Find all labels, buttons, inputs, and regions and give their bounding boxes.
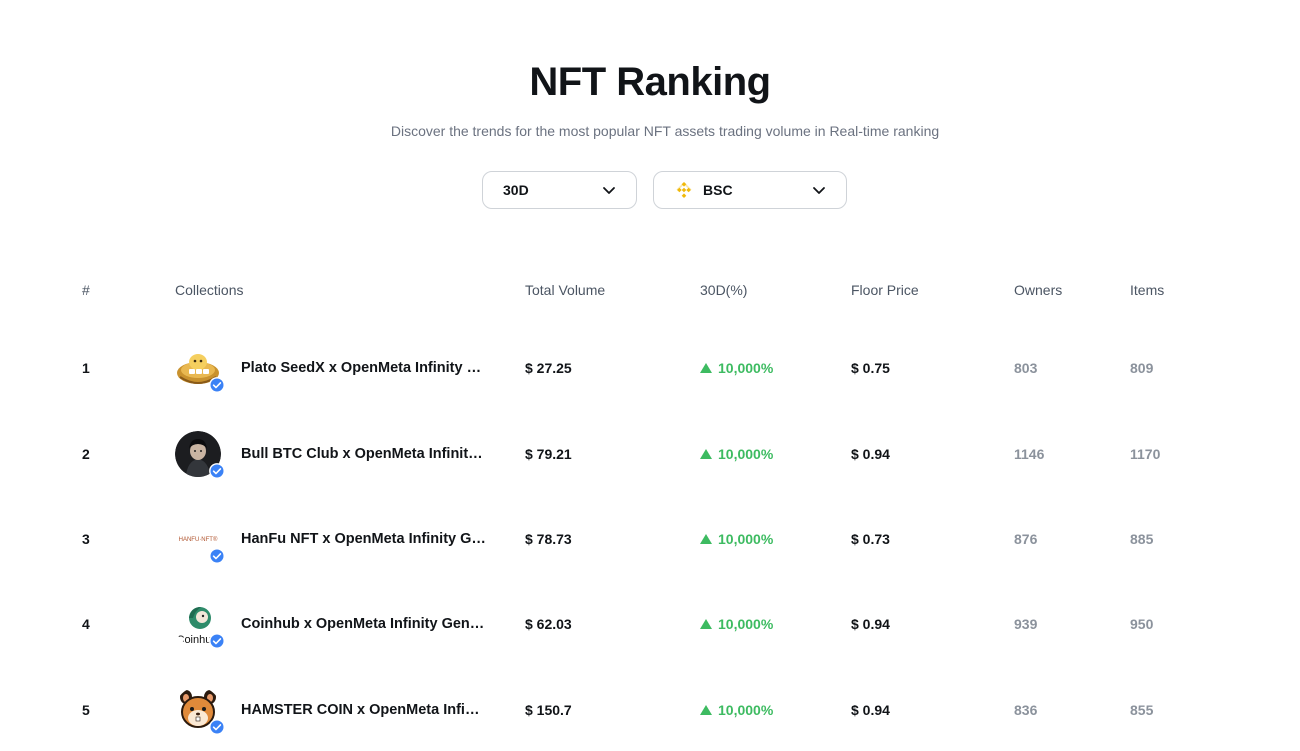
floor-price-cell: $ 0.94 bbox=[851, 616, 890, 632]
chain-select-value: BSC bbox=[703, 182, 733, 198]
owners-cell: 803 bbox=[1014, 360, 1038, 376]
collection-cell[interactable]: Coinhub Coinhub x OpenMeta Infinity Gene… bbox=[175, 594, 495, 654]
table-row[interactable]: 1 Plato SeedX x OpenMeta Infinity Ge $ 2… bbox=[0, 338, 1300, 398]
total-volume-cell: $ 78.73 bbox=[525, 531, 572, 547]
change-cell: 10,000% bbox=[700, 338, 773, 398]
collection-cell[interactable]: Plato SeedX x OpenMeta Infinity Genesis bbox=[175, 338, 495, 398]
svg-text:HANFU·NFT®: HANFU·NFT® bbox=[179, 536, 218, 543]
collection-name[interactable]: Coinhub x OpenMeta Infinity Genesis bbox=[241, 616, 486, 632]
change-value: 10,000% bbox=[718, 446, 774, 462]
chain-select[interactable]: BSC bbox=[653, 171, 847, 209]
rank-cell: 4 bbox=[82, 616, 90, 632]
table-row[interactable]: 5 HAMSTER COIN x OpenMeta Infinity $ 150… bbox=[0, 680, 1300, 740]
floor-price-cell: $ 0.94 bbox=[851, 702, 890, 718]
rank-cell: 5 bbox=[82, 702, 90, 718]
change-cell: 10,000% bbox=[700, 424, 773, 484]
collection-avatar: Coinhub bbox=[175, 601, 225, 649]
owners-cell: 836 bbox=[1014, 702, 1038, 718]
column-floor-price[interactable]: Floor Price bbox=[851, 282, 919, 298]
collection-cell[interactable]: Bull BTC Club x OpenMeta Infinity Genesi… bbox=[175, 424, 495, 484]
total-volume-cell: $ 62.03 bbox=[525, 616, 572, 632]
items-cell: 855 bbox=[1130, 702, 1154, 718]
items-cell: 809 bbox=[1130, 360, 1154, 376]
page-subtitle: Discover the trends for the most popular… bbox=[390, 123, 940, 139]
table-row[interactable]: 2 Bull BTC Club x OpenMeta Infinity Gene… bbox=[0, 424, 1300, 484]
total-volume-cell: $ 27.25 bbox=[525, 360, 572, 376]
verified-badge-icon bbox=[209, 463, 225, 479]
chevron-down-icon bbox=[813, 187, 825, 194]
owners-cell: 1146 bbox=[1014, 446, 1045, 462]
change-value: 10,000% bbox=[718, 702, 774, 718]
period-select[interactable]: 30D bbox=[482, 171, 637, 209]
floor-price-cell: $ 0.94 bbox=[851, 446, 890, 462]
collection-avatar bbox=[175, 431, 225, 479]
collection-name[interactable]: HanFu NFT x OpenMeta Infinity Genesis bbox=[241, 531, 486, 547]
verified-badge-icon bbox=[209, 377, 225, 393]
column-total-volume[interactable]: Total Volume bbox=[525, 282, 605, 298]
page-title: NFT Ranking bbox=[529, 60, 771, 104]
column-owners[interactable]: Owners bbox=[1014, 282, 1062, 298]
total-volume-cell: $ 150.7 bbox=[525, 702, 572, 718]
owners-cell: 939 bbox=[1014, 616, 1038, 632]
column-rank: # bbox=[82, 282, 90, 298]
rank-cell: 3 bbox=[82, 531, 90, 547]
collection-avatar bbox=[175, 345, 225, 393]
collection-name[interactable]: Bull BTC Club x OpenMeta Infinity Genesi… bbox=[241, 446, 486, 462]
items-cell: 1170 bbox=[1130, 446, 1161, 462]
triangle-up-icon bbox=[700, 619, 712, 629]
items-cell: 885 bbox=[1130, 531, 1154, 547]
triangle-up-icon bbox=[700, 363, 712, 373]
verified-badge-icon bbox=[209, 633, 225, 649]
verified-badge-icon bbox=[209, 548, 225, 564]
collection-cell[interactable]: HANFU·NFT® HanFu NFT x OpenMeta Infinity… bbox=[175, 509, 495, 569]
period-select-value: 30D bbox=[503, 182, 529, 198]
change-value: 10,000% bbox=[718, 616, 774, 632]
change-value: 10,000% bbox=[718, 360, 774, 376]
change-cell: 10,000% bbox=[700, 680, 773, 740]
column-items[interactable]: Items bbox=[1130, 282, 1164, 298]
triangle-up-icon bbox=[700, 534, 712, 544]
triangle-up-icon bbox=[700, 705, 712, 715]
change-cell: 10,000% bbox=[700, 509, 773, 569]
triangle-up-icon bbox=[700, 449, 712, 459]
bnb-chain-icon bbox=[676, 182, 692, 198]
rank-cell: 1 bbox=[82, 360, 90, 376]
items-cell: 950 bbox=[1130, 616, 1154, 632]
total-volume-cell: $ 79.21 bbox=[525, 446, 572, 462]
verified-badge-icon bbox=[209, 719, 225, 735]
table-row[interactable]: 3 HANFU·NFT® HanFu NFT x OpenMeta Infini… bbox=[0, 509, 1300, 569]
chevron-down-icon bbox=[603, 187, 615, 194]
collection-name[interactable]: HAMSTER COIN x OpenMeta Infinity Genesis bbox=[241, 702, 486, 718]
change-cell: 10,000% bbox=[700, 594, 773, 654]
floor-price-cell: $ 0.73 bbox=[851, 531, 890, 547]
column-change[interactable]: 30D(%) bbox=[700, 282, 747, 298]
floor-price-cell: $ 0.75 bbox=[851, 360, 890, 376]
nft-ranking-page: NFT Ranking Discover the trends for the … bbox=[0, 0, 1300, 751]
collection-cell[interactable]: HAMSTER COIN x OpenMeta Infinity Genesis bbox=[175, 680, 495, 740]
collection-avatar bbox=[175, 687, 225, 735]
collection-name[interactable]: Plato SeedX x OpenMeta Infinity Genesis bbox=[241, 360, 486, 376]
change-value: 10,000% bbox=[718, 531, 774, 547]
table-row[interactable]: 4 Coinhub Coinhub x OpenMeta Infinity Ge… bbox=[0, 594, 1300, 654]
table-header: # Collections Total Volume 30D(%) Floor … bbox=[0, 282, 1300, 302]
column-collections: Collections bbox=[175, 282, 244, 298]
collection-avatar: HANFU·NFT® bbox=[175, 516, 225, 564]
rank-cell: 2 bbox=[82, 446, 90, 462]
owners-cell: 876 bbox=[1014, 531, 1038, 547]
